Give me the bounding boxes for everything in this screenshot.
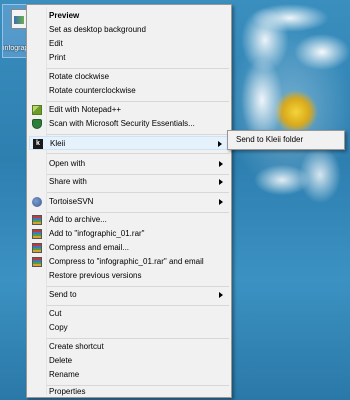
menu-separator <box>47 305 229 306</box>
menu-item-edit[interactable]: Edit <box>29 37 229 51</box>
menu-item-label: Rotate clockwise <box>49 72 110 81</box>
kleii-k-icon: k <box>33 139 43 149</box>
menu-item-create-shortcut[interactable]: Create shortcut <box>29 340 229 354</box>
menu-item-label: Restore previous versions <box>49 271 142 280</box>
notepad-plus-plus-icon <box>32 105 42 115</box>
menu-item-edit-with-notepad-plus-plus[interactable]: Edit with Notepad++ <box>29 103 229 117</box>
menu-separator <box>47 68 229 69</box>
menu-item-send-to[interactable]: Send to <box>29 288 229 302</box>
menu-item-label: Rename <box>49 370 80 379</box>
submenu-arrow-icon <box>219 161 223 167</box>
menu-separator <box>47 153 229 154</box>
menu-item-add-to-rar[interactable]: Add to "infographic_01.rar" <box>29 227 229 241</box>
menu-item-kleii[interactable]: k Kleii <box>29 136 229 150</box>
menu-item-copy[interactable]: Copy <box>29 321 229 335</box>
menu-item-label: Add to archive... <box>49 215 107 224</box>
menu-item-label: Open with <box>49 159 86 168</box>
context-menu: Preview Set as desktop background Edit P… <box>26 4 232 398</box>
menu-item-label: Kleii <box>50 139 66 148</box>
menu-item-set-desktop-background[interactable]: Set as desktop background <box>29 23 229 37</box>
menu-item-label: Set as desktop background <box>49 25 146 34</box>
menu-item-label: Compress and email... <box>49 243 130 252</box>
menu-separator <box>47 101 229 102</box>
menu-item-label: Properties <box>49 387 86 396</box>
menu-item-rename[interactable]: Rename <box>29 368 229 382</box>
menu-separator <box>47 134 229 135</box>
menu-item-rotate-clockwise[interactable]: Rotate clockwise <box>29 70 229 84</box>
menu-item-compress-and-email[interactable]: Compress and email... <box>29 241 229 255</box>
menu-item-label: Scan with Microsoft Security Essentials.… <box>49 119 195 128</box>
menu-item-label: Compress to "infographic_01.rar" and ema… <box>49 257 204 266</box>
winrar-books-icon <box>32 257 42 267</box>
menu-separator <box>47 338 229 339</box>
menu-item-add-to-archive[interactable]: Add to archive... <box>29 213 229 227</box>
menu-item-scan-with-security-essentials[interactable]: Scan with Microsoft Security Essentials.… <box>29 117 229 131</box>
submenu-arrow-icon <box>219 199 223 205</box>
menu-item-label: Print <box>49 53 66 62</box>
menu-separator <box>47 192 229 193</box>
menu-item-label: Create shortcut <box>49 342 104 351</box>
menu-item-label: Send to <box>49 290 77 299</box>
menu-item-label: Rotate counterclockwise <box>49 86 136 95</box>
menu-item-label: Copy <box>49 323 68 332</box>
menu-item-label: Delete <box>49 356 73 365</box>
submenu-arrow-icon <box>218 141 222 147</box>
image-file-icon <box>11 9 27 29</box>
menu-item-print[interactable]: Print <box>29 51 229 65</box>
menu-item-label: Cut <box>49 309 62 318</box>
menu-item-label: Add to "infographic_01.rar" <box>49 229 145 238</box>
menu-item-properties[interactable]: Properties <box>29 385 229 399</box>
menu-item-share-with[interactable]: Share with <box>29 175 229 189</box>
menu-item-open-with[interactable]: Open with <box>29 157 229 171</box>
menu-item-label: TortoiseSVN <box>49 197 94 206</box>
winrar-books-icon <box>32 229 42 239</box>
submenu-arrow-icon <box>219 292 223 298</box>
menu-item-rotate-counterclockwise[interactable]: Rotate counterclockwise <box>29 84 229 98</box>
menu-item-tortoisesvn[interactable]: TortoiseSVN <box>29 195 229 209</box>
menu-item-label: Share with <box>49 177 87 186</box>
winrar-books-icon <box>32 243 42 253</box>
menu-item-delete[interactable]: Delete <box>29 354 229 368</box>
security-essentials-shield-icon <box>32 119 42 129</box>
kleii-submenu: Send to Kleii folder <box>227 130 345 150</box>
menu-item-cut[interactable]: Cut <box>29 307 229 321</box>
menu-separator <box>47 286 229 287</box>
menu-item-restore-previous-versions[interactable]: Restore previous versions <box>29 269 229 283</box>
menu-item-compress-to-rar-and-email[interactable]: Compress to "infographic_01.rar" and ema… <box>29 255 229 269</box>
winrar-books-icon <box>32 215 42 225</box>
menu-item-label: Preview <box>49 11 80 20</box>
tortoise-svn-icon <box>32 197 42 207</box>
submenu-item-label: Send to Kleii folder <box>236 135 304 144</box>
menu-item-label: Edit <box>49 39 63 48</box>
menu-item-label: Edit with Notepad++ <box>49 105 122 114</box>
submenu-item-send-to-kleii-folder[interactable]: Send to Kleii folder <box>230 133 342 147</box>
submenu-arrow-icon <box>219 179 223 185</box>
menu-item-preview[interactable]: Preview <box>29 9 229 23</box>
